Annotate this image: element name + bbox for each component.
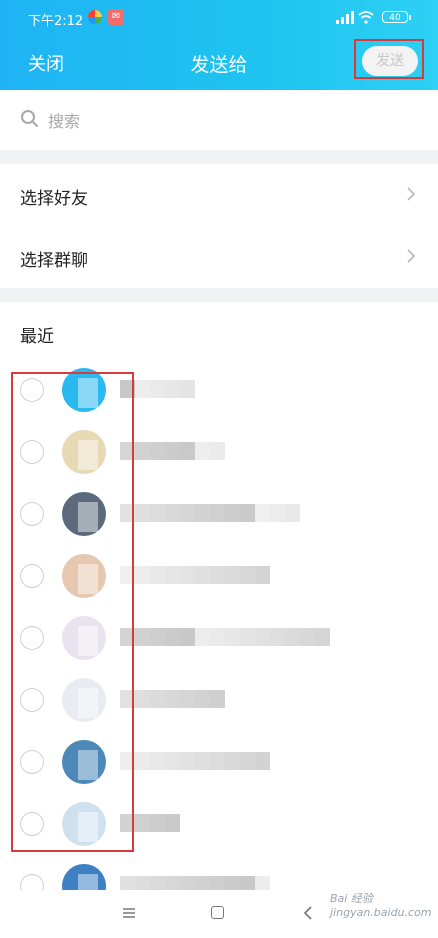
contact-name-blurred (120, 690, 225, 708)
menu-item-select-group[interactable]: 选择群聊 (0, 226, 438, 288)
contact-name-blurred (120, 628, 330, 646)
contact-name-blurred (120, 380, 195, 398)
back-icon[interactable] (302, 905, 314, 921)
select-radio[interactable] (20, 440, 44, 464)
menu-icon[interactable] (122, 907, 136, 919)
select-radio[interactable] (20, 502, 44, 526)
battery-icon: 40 (382, 11, 411, 23)
select-radio[interactable] (20, 564, 44, 588)
select-radio[interactable] (20, 812, 44, 836)
select-radio[interactable] (20, 378, 44, 402)
wifi-icon (358, 11, 374, 24)
avatar (62, 554, 106, 598)
menu-item-select-friend[interactable]: 选择好友 (0, 164, 438, 226)
recent-section-title: 最近 (20, 327, 54, 347)
contact-name-blurred (120, 752, 270, 770)
contact-name-blurred (120, 566, 270, 584)
search-bar[interactable]: 搜索 (0, 90, 438, 150)
avatar (62, 740, 106, 784)
app-notification-icon (88, 10, 102, 24)
section-divider (0, 150, 438, 164)
menu-item-label: 选择群聊 (20, 251, 88, 271)
header-bar: 下午2:12 ✉ 40 关闭 发送给 发送 (0, 0, 438, 90)
contact-name-blurred (120, 504, 300, 522)
signal-icon (336, 11, 354, 24)
contact-name-blurred (120, 814, 180, 832)
app-badge-icon: ✉ (108, 9, 124, 25)
search-icon (21, 110, 38, 127)
select-radio[interactable] (20, 750, 44, 774)
search-input[interactable]: 搜索 (48, 108, 80, 132)
status-time: 下午2:12 (28, 14, 84, 29)
contact-row[interactable] (0, 484, 438, 546)
watermark: Bai 经验 jingyan.baidu.com (330, 892, 432, 919)
avatar (62, 678, 106, 722)
avatar (62, 616, 106, 660)
home-icon[interactable] (211, 906, 224, 919)
avatar (62, 802, 106, 846)
contact-name-blurred (120, 442, 225, 460)
contact-row[interactable] (0, 608, 438, 670)
contact-row[interactable] (0, 422, 438, 484)
send-button-highlight-box (354, 39, 424, 79)
status-bar: 下午2:12 ✉ 40 (0, 0, 438, 36)
contact-row[interactable] (0, 732, 438, 794)
menu-item-label: 选择好友 (20, 189, 88, 209)
select-radio[interactable] (20, 626, 44, 650)
contact-row[interactable] (0, 670, 438, 732)
contact-row[interactable] (0, 794, 438, 856)
section-divider (0, 288, 438, 302)
chevron-right-icon (407, 249, 416, 263)
contact-row[interactable] (0, 360, 438, 422)
contact-row[interactable] (0, 546, 438, 608)
avatar (62, 430, 106, 474)
avatar (62, 368, 106, 412)
avatar (62, 492, 106, 536)
chevron-right-icon (407, 187, 416, 201)
close-button[interactable]: 关闭 (28, 50, 64, 76)
select-radio[interactable] (20, 688, 44, 712)
